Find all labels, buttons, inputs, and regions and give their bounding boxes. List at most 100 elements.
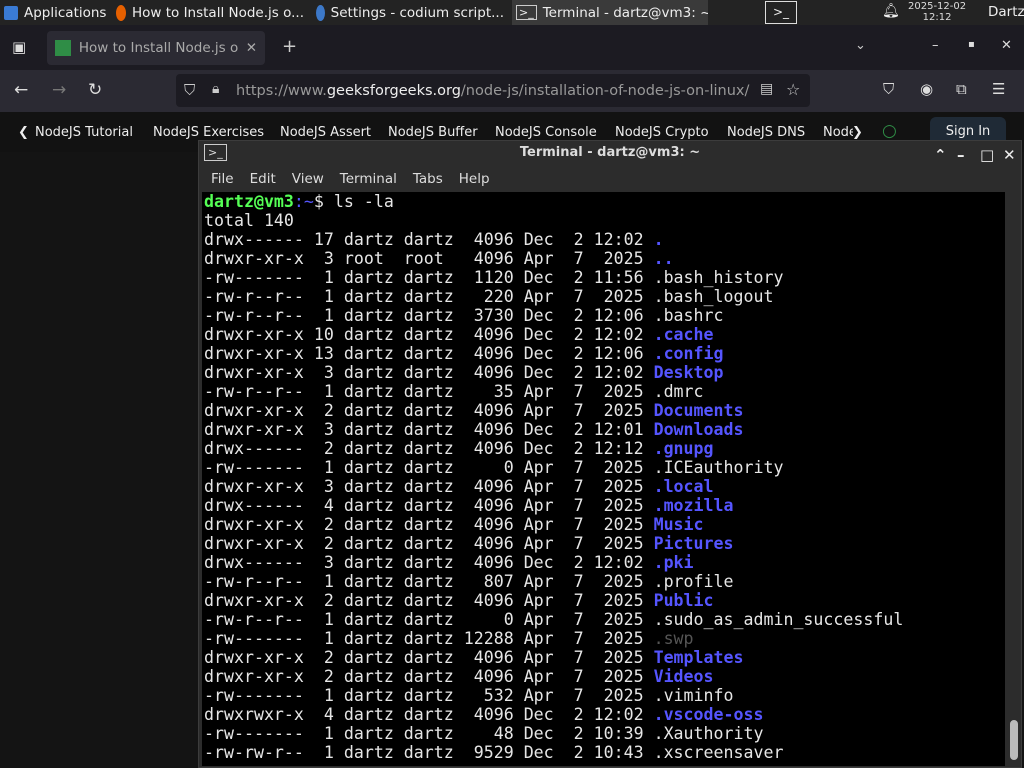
file-name: .profile — [653, 572, 734, 591]
file-name: .config — [653, 344, 724, 363]
menu-tabs[interactable]: Tabs — [405, 171, 451, 187]
bookmark-star-icon[interactable]: ☆ — [786, 80, 800, 99]
new-tab-icon[interactable]: + — [282, 36, 297, 57]
listing-row: drwxr-xr-x 2 dartz dartz 4096 Apr 7 2025… — [204, 667, 1005, 686]
listing-row: -rw-rw-r-- 1 dartz dartz 9529 Dec 2 10:4… — [204, 743, 1005, 762]
gfg-favicon-icon — [55, 40, 71, 56]
terminal-launcher-icon[interactable]: >_ — [765, 1, 797, 24]
reader-view-icon[interactable]: ▤ — [760, 81, 773, 97]
nav-link[interactable]: NodeJS Console — [495, 125, 597, 140]
task-label: Terminal - dartz@vm3: ~ — [542, 4, 708, 21]
nav-link[interactable]: NodeJS Tutorial — [35, 125, 133, 140]
extensions-icon[interactable]: ⧉ — [956, 80, 967, 98]
listing-row: drwxr-xr-x 3 dartz dartz 4096 Apr 7 2025… — [204, 477, 1005, 496]
applications-label: Applications — [24, 4, 107, 21]
user-menu[interactable]: Dartz — [988, 4, 1024, 20]
maximize-icon[interactable]: ▪ — [968, 39, 975, 50]
close-tab-icon[interactable]: ✕ — [246, 40, 257, 56]
url-bar[interactable]: ⛉ 🔒︎ https://www.geeksforgeeks.org/node-… — [176, 74, 810, 107]
pocket-icon[interactable]: ⛉ — [883, 80, 894, 98]
nav-link[interactable]: NodeJS Buffer — [388, 125, 478, 140]
file-name: .mozilla — [653, 496, 734, 515]
tab-overview-icon[interactable]: ▣ — [12, 38, 26, 56]
back-icon[interactable]: ← — [14, 80, 28, 100]
list-tabs-chevron-icon[interactable]: ⌄ — [855, 38, 866, 53]
file-name: .dmrc — [653, 382, 704, 401]
scrollbar-thumb[interactable] — [1010, 720, 1018, 760]
minimize-icon[interactable]: – — [957, 143, 965, 167]
file-name: .Xauthority — [653, 724, 764, 743]
listing-row: drwxr-xr-x 2 dartz dartz 4096 Apr 7 2025… — [204, 401, 1005, 420]
listing-row: drwxr-xr-x 10 dartz dartz 4096 Dec 2 12:… — [204, 325, 1005, 344]
shade-icon[interactable]: ⌃ — [934, 143, 947, 167]
listing-row: drwxr-xr-x 2 dartz dartz 4096 Apr 7 2025… — [204, 591, 1005, 610]
firefox-icon — [116, 4, 126, 21]
listing-row: -rw------- 1 dartz dartz 0 Apr 7 2025 .I… — [204, 458, 1005, 477]
prompt-line: dartz@vm3:~$ ls -la — [204, 192, 1005, 211]
listing-row: drwxrwxr-x 4 dartz dartz 4096 Dec 2 12:0… — [204, 705, 1005, 724]
file-name: .sudo_as_admin_successful — [653, 610, 904, 629]
file-meta: drwxr-xr-x 3 dartz dartz 4096 Apr 7 2025 — [204, 477, 654, 496]
file-name: .swp — [653, 629, 694, 648]
clock-date: 2025-12-02 — [908, 1, 967, 12]
menu-view[interactable]: View — [284, 171, 332, 187]
file-name: .xscreensaver — [653, 743, 784, 762]
forward-icon[interactable]: → — [52, 80, 66, 100]
listing-row: drwxr-xr-x 3 dartz dartz 4096 Dec 2 12:0… — [204, 363, 1005, 382]
nav-link[interactable]: Node — [823, 125, 853, 140]
reload-icon[interactable]: ↻ — [88, 80, 102, 100]
prompt-path: :~ — [293, 192, 314, 211]
nav-link[interactable]: NodeJS Crypto — [615, 125, 709, 140]
clock[interactable]: 2025-12-02 12:12 — [908, 1, 966, 23]
file-name: .gnupg — [653, 439, 714, 458]
taskbar-item-codium[interactable]: Settings - codium script... — [312, 0, 508, 25]
listing-row: drwx------ 2 dartz dartz 4096 Dec 2 12:1… — [204, 439, 1005, 458]
file-meta: -rw-r--r-- 1 dartz dartz 220 Apr 7 2025 — [204, 287, 654, 306]
terminal-output[interactable]: dartz@vm3:~$ ls -la total 140 drwx------… — [202, 192, 1005, 766]
nav-link[interactable]: NodeJS DNS — [727, 125, 805, 140]
menu-edit[interactable]: Edit — [242, 171, 284, 187]
scrollbar[interactable] — [1007, 192, 1021, 766]
file-meta: drwxrwxr-x 4 dartz dartz 4096 Dec 2 12:0… — [204, 705, 654, 724]
search-icon[interactable]: ○ — [882, 121, 897, 141]
terminal-icon: >_ — [516, 5, 537, 20]
taskbar-item-terminal[interactable]: >_ Terminal - dartz@vm3: ~ — [512, 0, 708, 25]
terminal-titlebar[interactable]: >_ Terminal - dartz@vm3: ~ ⌃ – □ ✕ — [199, 141, 1021, 166]
browser-tab[interactable]: How to Install Node.js or ✕ — [47, 31, 265, 65]
url-path: /node-js/installation-of-node-js-on-linu… — [460, 82, 750, 99]
prompt-symbol: $ — [313, 192, 334, 211]
file-meta: drwxr-xr-x 2 dartz dartz 4096 Apr 7 2025 — [204, 401, 654, 420]
xfce-logo-icon — [4, 5, 18, 20]
close-window-icon[interactable]: ✕ — [1001, 38, 1012, 53]
taskbar-item-firefox[interactable]: How to Install Node.js o... — [112, 0, 308, 25]
listing-row: -rw------- 1 dartz dartz 48 Dec 2 10:39 … — [204, 724, 1005, 743]
scroll-left-icon[interactable]: ❮ — [18, 125, 29, 140]
nav-link[interactable]: NodeJS Exercises — [153, 125, 264, 140]
listing-row: -rw------- 1 dartz dartz 1120 Dec 2 11:5… — [204, 268, 1005, 287]
notification-bell-icon[interactable]: 🔔︎ — [882, 3, 900, 19]
account-icon[interactable]: ◉ — [920, 80, 933, 98]
listing-row: drwxr-xr-x 2 dartz dartz 4096 Apr 7 2025… — [204, 534, 1005, 553]
nav-link[interactable]: NodeJS Assert — [280, 125, 371, 140]
scroll-right-icon[interactable]: ❯ — [852, 125, 863, 140]
file-name: Downloads — [653, 420, 744, 439]
file-meta: drwxr-xr-x 2 dartz dartz 4096 Apr 7 2025 — [204, 515, 654, 534]
file-meta: -rw------- 1 dartz dartz 0 Apr 7 2025 — [204, 458, 654, 477]
shield-icon[interactable]: ⛉ — [184, 81, 195, 99]
file-meta: drwxr-xr-x 3 dartz dartz 4096 Dec 2 12:0… — [204, 420, 654, 439]
maximize-icon[interactable]: □ — [980, 143, 994, 167]
file-name: .pki — [653, 553, 694, 572]
prompt-user: dartz@vm3 — [204, 192, 294, 211]
applications-menu[interactable]: Applications — [0, 0, 110, 25]
file-meta: drwx------ 17 dartz dartz 4096 Dec 2 12:… — [204, 230, 654, 249]
menu-icon[interactable]: ☰ — [992, 80, 1005, 98]
minimize-icon[interactable]: – — [932, 38, 939, 53]
close-icon[interactable]: ✕ — [1003, 143, 1016, 167]
lock-icon[interactable]: 🔒︎ — [212, 81, 219, 97]
menu-terminal[interactable]: Terminal — [332, 171, 405, 187]
file-meta: -rw------- 1 dartz dartz 12288 Apr 7 202… — [204, 629, 654, 648]
file-meta: drwxr-xr-x 13 dartz dartz 4096 Dec 2 12:… — [204, 344, 654, 363]
menu-help[interactable]: Help — [451, 171, 498, 187]
file-meta: drwxr-xr-x 2 dartz dartz 4096 Apr 7 2025 — [204, 667, 654, 686]
menu-file[interactable]: File — [203, 171, 242, 187]
